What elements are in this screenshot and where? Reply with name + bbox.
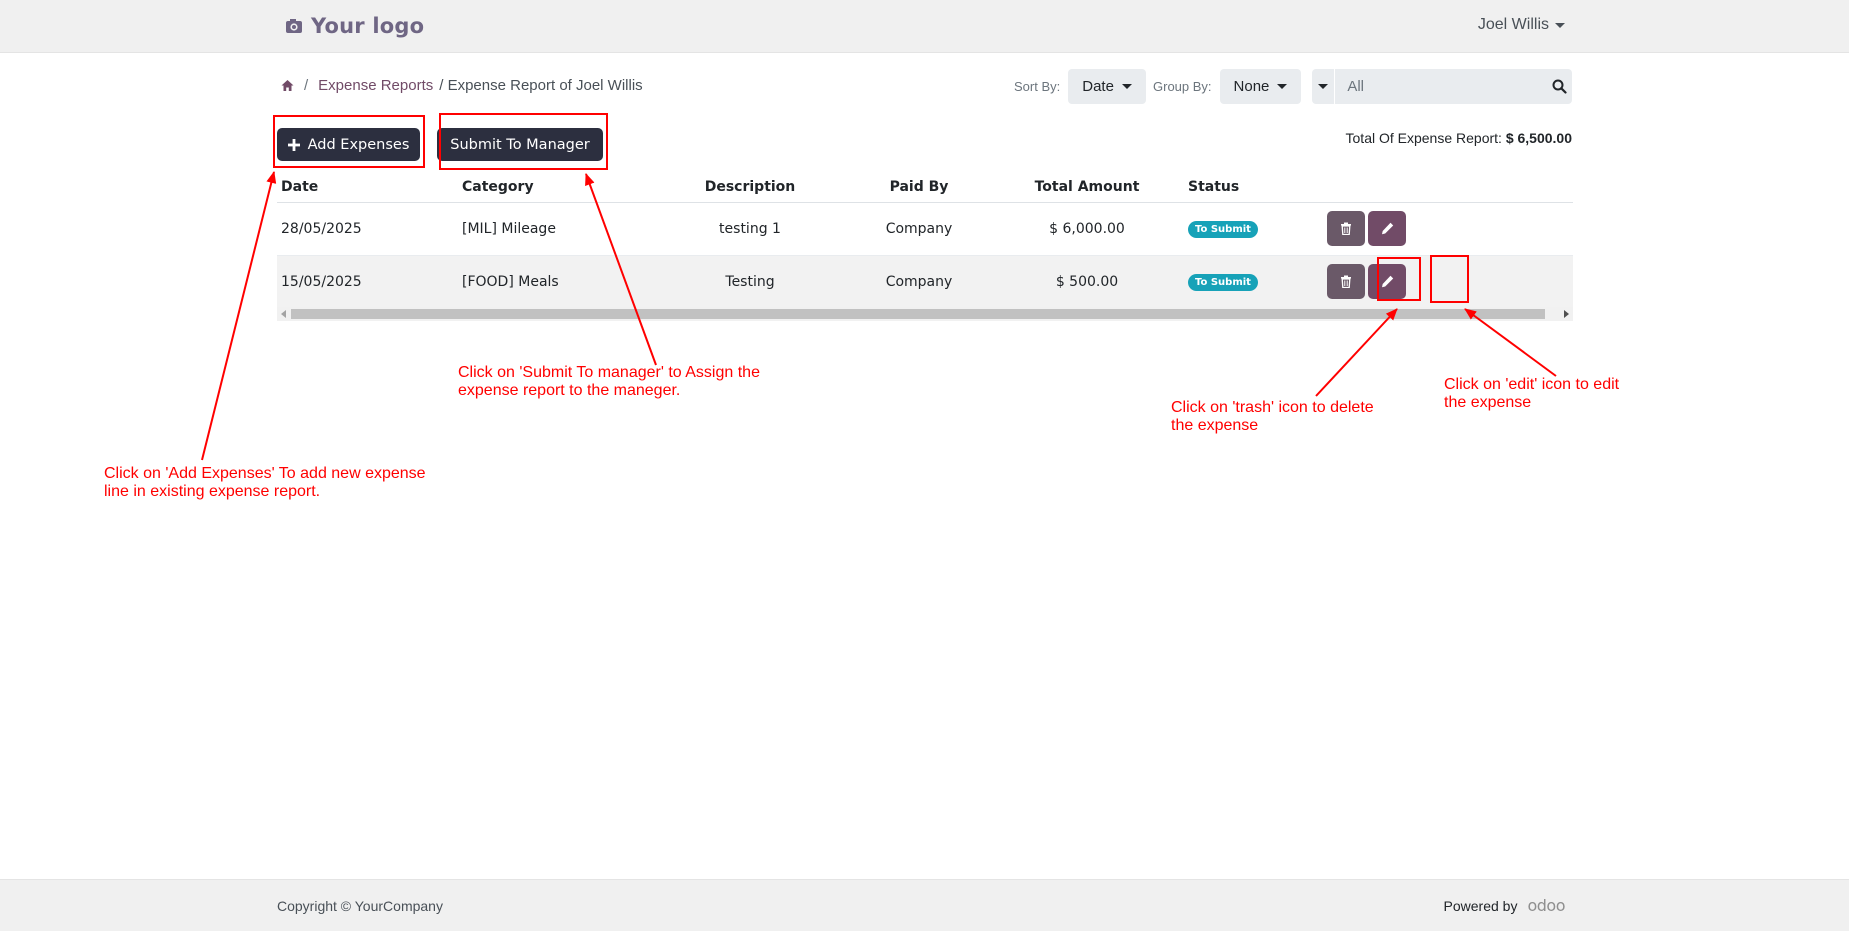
highlight-add-expenses [273, 115, 425, 168]
table-header-row: Date Category Description Paid By Total … [277, 172, 1573, 203]
company-logo[interactable]: Your logo [285, 12, 424, 40]
column-header-date[interactable]: Date [277, 172, 458, 203]
logo-text: Your logo [311, 14, 425, 38]
trash-icon [1341, 222, 1351, 235]
group-by-dropdown[interactable]: None [1219, 69, 1302, 104]
breadcrumb-current: / Expense Report of Joel Willis [439, 77, 643, 94]
arrow-trash-icon [1315, 308, 1398, 397]
group-by-label: Group By: [1153, 79, 1212, 94]
top-navbar: Your logo Joel Willis [0, 0, 1849, 53]
delete-button[interactable] [1327, 211, 1365, 246]
search-icon [1552, 79, 1567, 94]
note-edit-icon: Click on 'edit' icon to edit the expense [1444, 376, 1620, 411]
group-by-value: None [1233, 78, 1270, 95]
search-filter-dropdown[interactable] [1312, 69, 1336, 104]
column-header-paid-by[interactable]: Paid By [848, 172, 990, 203]
home-icon[interactable] [281, 79, 294, 92]
breadcrumb-separator: / [304, 77, 309, 94]
cell-category: [MIL] Mileage [458, 202, 652, 256]
arrow-add-expenses [201, 171, 277, 461]
column-header-status[interactable]: Status [1184, 172, 1319, 203]
chevron-down-icon [1277, 84, 1288, 89]
cell-category: [FOOD] Meals [458, 255, 652, 309]
cell-total-amount: $ 6,000.00 [990, 202, 1184, 256]
table-row[interactable]: 28/05/2025 [MIL] Mileage testing 1 Compa… [277, 202, 1573, 256]
total-value: $ 6,500.00 [1505, 130, 1572, 146]
scrollbar-thumb[interactable] [291, 309, 1545, 319]
note-submit-to-manager: Click on 'Submit To manager' to Assign t… [458, 364, 760, 399]
copyright-text: Copyright © YourCompany [277, 898, 443, 914]
breadcrumb: / Expense Reports / Expense Report of Jo… [281, 77, 643, 94]
camera-icon [286, 19, 302, 33]
chevron-down-icon [1555, 22, 1565, 28]
powered-by: Powered by odoo [1443, 896, 1566, 915]
status-badge: To Submit [1188, 273, 1258, 291]
cell-actions [1319, 202, 1573, 256]
delete-button[interactable] [1327, 264, 1365, 299]
highlight-submit-to-manager [439, 113, 608, 170]
total-label: Total Of Expense Report: [1345, 130, 1502, 146]
cell-status: To Submit [1184, 202, 1319, 256]
horizontal-scrollbar[interactable] [277, 307, 1573, 321]
expense-report-total: Total Of Expense Report: $ 6,500.00 [1346, 130, 1572, 146]
sort-by-value: Date [1082, 78, 1114, 95]
sort-by-dropdown[interactable]: Date [1068, 69, 1146, 104]
cell-status: To Submit [1184, 255, 1319, 309]
cell-date: 15/05/2025 [277, 255, 458, 309]
scroll-left-arrow-icon[interactable] [281, 310, 286, 318]
highlight-trash-icon [1377, 257, 1421, 301]
highlight-edit-icon [1430, 255, 1469, 303]
chevron-down-icon [1121, 84, 1132, 89]
scroll-right-arrow-icon[interactable] [1564, 310, 1569, 318]
search-button[interactable] [1546, 69, 1572, 104]
user-menu[interactable]: Joel Willis [1478, 16, 1565, 34]
powered-by-label: Powered by [1443, 897, 1518, 914]
trash-icon [1341, 275, 1351, 288]
breadcrumb-expense-reports[interactable]: Expense Reports [318, 77, 433, 94]
note-trash-icon: Click on 'trash' icon to delete the expe… [1171, 399, 1374, 434]
odoo-logo[interactable]: odoo [1527, 896, 1565, 915]
chevron-down-icon [1318, 84, 1329, 89]
cell-paid-by: Company [848, 202, 990, 256]
cell-paid-by: Company [848, 255, 990, 309]
note-add-expenses: Click on 'Add Expenses' To add new expen… [104, 465, 426, 500]
pencil-icon [1381, 222, 1393, 235]
edit-button[interactable] [1368, 211, 1406, 246]
cell-description: Testing [652, 255, 848, 309]
search-input[interactable] [1335, 69, 1547, 104]
column-header-actions [1319, 172, 1573, 203]
group-control: Group By: None [1153, 69, 1302, 104]
status-badge: To Submit [1188, 220, 1258, 238]
sort-by-label: Sort By: [1014, 79, 1061, 94]
sort-control: Sort By: Date [1014, 69, 1146, 104]
search-bar [1312, 69, 1572, 104]
footer: Copyright © YourCompany Powered by odoo [0, 879, 1849, 931]
column-header-total-amount[interactable]: Total Amount [990, 172, 1184, 203]
user-name: Joel Willis [1477, 16, 1549, 33]
cell-description: testing 1 [652, 202, 848, 256]
column-header-category[interactable]: Category [458, 172, 652, 203]
cell-total-amount: $ 500.00 [990, 255, 1184, 309]
column-header-description[interactable]: Description [652, 172, 848, 203]
cell-date: 28/05/2025 [277, 202, 458, 256]
